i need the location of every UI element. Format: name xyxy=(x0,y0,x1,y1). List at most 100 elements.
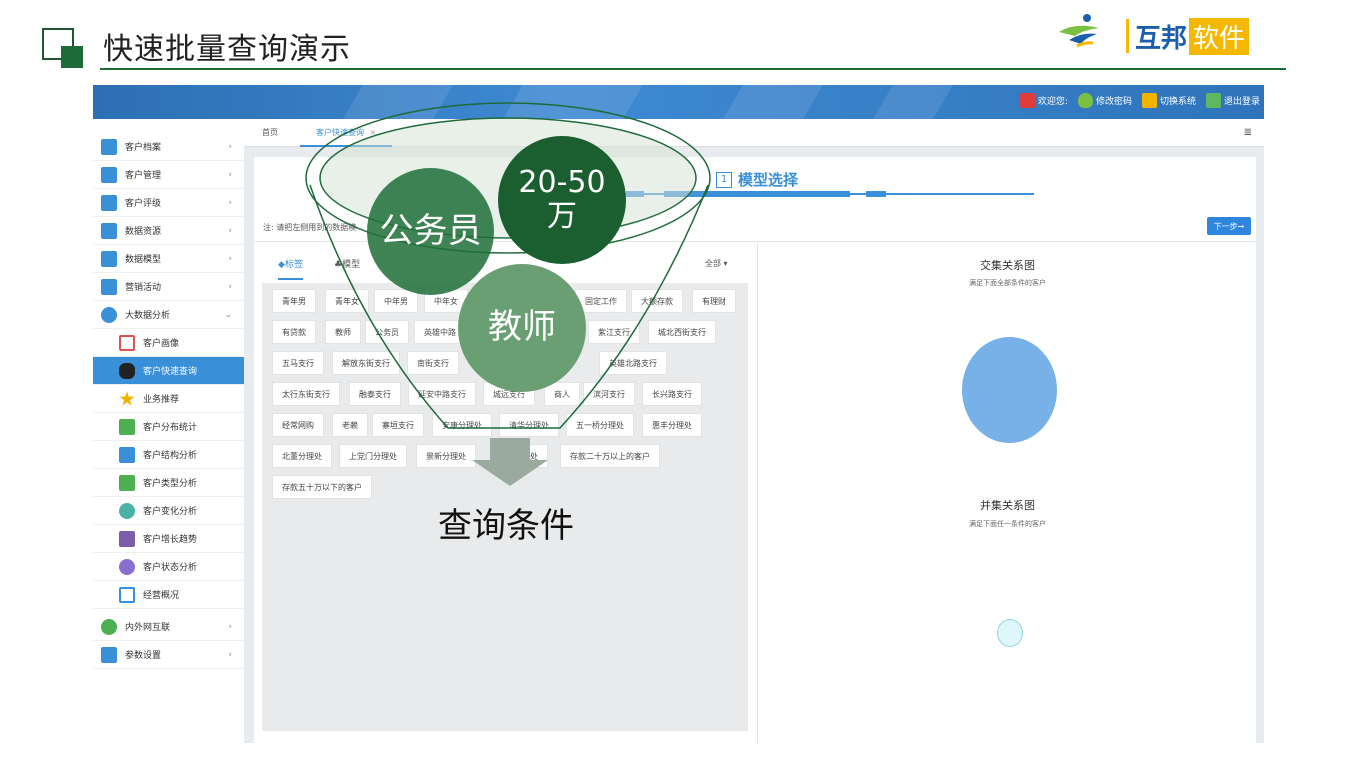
tab-label: 客户快速查询 xyxy=(316,128,364,137)
sidebar-item-network[interactable]: 内外网互联 › xyxy=(93,613,244,641)
tag-chip[interactable]: 有贷款 xyxy=(272,320,316,344)
status-icon xyxy=(119,559,135,575)
tab-quick-query[interactable]: 客户快速查询 × xyxy=(300,119,393,147)
tag-chip[interactable]: 英雄中路 xyxy=(414,320,466,344)
tag-chip[interactable]: 寨垣支行 xyxy=(372,413,424,437)
filter-all-dropdown[interactable]: 全部 ▾ xyxy=(705,258,728,269)
sidebar-subitem-status[interactable]: 客户状态分析 xyxy=(93,553,244,581)
tag-chip[interactable]: 延安中路支行 xyxy=(408,382,476,406)
tag-chip[interactable]: 清华分理处 xyxy=(499,413,559,437)
tag-chip[interactable]: 商人 xyxy=(544,382,580,406)
tag-chip[interactable]: 理处 xyxy=(512,444,548,468)
tag-chip[interactable]: 有理财 xyxy=(692,289,736,313)
tag-chip[interactable]: 紫江支行 xyxy=(588,320,640,344)
tag-chip[interactable]: 滨河支行 xyxy=(583,382,635,406)
tag-chip[interactable]: 上党门分理处 xyxy=(339,444,407,468)
topbar-decoration xyxy=(873,85,953,119)
tag-chip[interactable]: 城远支行 xyxy=(483,382,535,406)
sidebar-subitem-structure[interactable]: 客户结构分析 xyxy=(93,441,244,469)
tag-chip[interactable]: 经常网购 xyxy=(272,413,324,437)
tab-home[interactable]: 首页 xyxy=(262,119,278,147)
wave-icon xyxy=(119,503,135,519)
tag-chip[interactable]: 五马支行 xyxy=(272,351,324,375)
chevron-down-icon: ⌄ xyxy=(224,309,232,320)
next-step-button[interactable]: 下一步➞ xyxy=(1207,217,1251,235)
megaphone-icon xyxy=(101,279,117,295)
tag-chip[interactable]: 惠丰分理处 xyxy=(642,413,702,437)
sidebar-item-big-data[interactable]: 大数据分析 ⌄ xyxy=(93,301,244,329)
sidebar-subitem-portrait[interactable]: 客户画像 xyxy=(93,329,244,357)
tag-chip[interactable]: 存款二十万以上的客户 xyxy=(560,444,660,468)
change-password-link[interactable]: 修改密码 xyxy=(1077,93,1132,108)
sidebar-item-label: 客户类型分析 xyxy=(143,479,198,489)
sidebar-subitem-type[interactable]: 客户类型分析 xyxy=(93,469,244,497)
tag-chip[interactable]: 城北西街支行 xyxy=(648,320,716,344)
sidebar-item-customer-archive[interactable]: 客户档案 › xyxy=(93,133,244,161)
switch-system-link[interactable]: 切换系统 xyxy=(1141,93,1196,108)
tag-chip[interactable]: 中年女 xyxy=(424,289,468,313)
tag-chip[interactable]: 长兴路支行 xyxy=(642,382,702,406)
tab-models[interactable]: ♣模型 xyxy=(334,257,360,270)
sidebar-subitem-overview[interactable]: 经营概况 xyxy=(93,581,244,609)
menu-icon[interactable]: ≣ xyxy=(1244,127,1252,138)
tag-chip[interactable]: 北董分理处 xyxy=(272,444,332,468)
close-icon[interactable]: × xyxy=(370,128,377,137)
tag-chip[interactable]: 教师 xyxy=(325,320,361,344)
tag-chip[interactable]: 中年男 xyxy=(374,289,418,313)
sidebar-item-marketing[interactable]: 营销活动 › xyxy=(93,273,244,301)
user-icon xyxy=(1019,93,1035,108)
sidebar-item-label: 内外网互联 xyxy=(125,623,171,633)
tag-chip[interactable]: 太行东街支行 xyxy=(272,382,340,406)
step-progress-segment xyxy=(664,191,850,197)
sidebar-item-customer-management[interactable]: 客户管理 › xyxy=(93,161,244,189)
sidebar-subitem-distribution[interactable]: 客户分布统计 xyxy=(93,413,244,441)
tab-labels[interactable]: ◆标签 xyxy=(278,257,303,280)
intersection-subtitle: 满足下面全部条件的客户 xyxy=(969,279,1046,287)
tag-chip[interactable]: 固定工作 xyxy=(575,289,627,313)
sidebar-item-label: 客户变化分析 xyxy=(143,507,198,517)
sidebar-item-label: 营销活动 xyxy=(125,283,162,293)
rating-icon xyxy=(101,195,117,211)
tag-chip[interactable]: 青年男 xyxy=(272,289,316,313)
tab-bar: 首页 客户快速查询 × ≣ xyxy=(244,119,1264,147)
calendar-icon xyxy=(119,587,135,603)
chevron-right-icon: › xyxy=(228,649,232,660)
tag-chip[interactable]: 解放东街支行 xyxy=(332,351,400,375)
tag-chip[interactable]: 存款五十万以下的客户 xyxy=(272,475,372,499)
sidebar-item-label: 客户增长趋势 xyxy=(143,535,198,545)
tag-chip[interactable]: 青年女 xyxy=(325,289,369,313)
tag-chip[interactable]: 融泰支行 xyxy=(349,382,401,406)
sidebar-subitem-growth[interactable]: 客户增长趋势 xyxy=(93,525,244,553)
tag-chip[interactable]: 大额存款 xyxy=(631,289,683,313)
slide: 快速批量查询演示 互邦 软件 欢迎您: 修改密码 切换系统 退出登录 客户档案 … xyxy=(0,0,1350,759)
tag-chip[interactable]: 英雄北路支行 xyxy=(599,351,667,375)
sidebar-subitem-change[interactable]: 客户变化分析 xyxy=(93,497,244,525)
switch-icon xyxy=(1141,93,1157,108)
welcome-link[interactable]: 欢迎您: xyxy=(1019,93,1068,108)
sidebar-item-settings[interactable]: 参数设置 › xyxy=(93,641,244,669)
sidebar-item-data-resources[interactable]: 数据资源 › xyxy=(93,217,244,245)
tag-chip[interactable]: 公务员 xyxy=(365,320,409,344)
sidebar-item-data-models[interactable]: 数据模型 › xyxy=(93,245,244,273)
sidebar-item-label: 数据资源 xyxy=(125,227,162,237)
sidebar-item-label: 客户档案 xyxy=(125,143,162,153)
tag-chip[interactable]: 安康分理处 xyxy=(432,413,492,437)
sidebar-subitem-recommend[interactable]: 业务推荐 xyxy=(93,385,244,413)
sidebar-item-customer-rating[interactable]: 客户评级 › xyxy=(93,189,244,217)
tag-chip[interactable]: 老赖 xyxy=(332,413,368,437)
tag-chip[interactable]: 景新分理处 xyxy=(416,444,476,468)
chevron-right-icon: › xyxy=(228,281,232,292)
top-bar: 欢迎您: 修改密码 切换系统 退出登录 xyxy=(93,85,1264,119)
tag-chip[interactable]: 五一桥分理处 xyxy=(566,413,634,437)
sidebar-item-label: 客户画像 xyxy=(143,339,180,349)
exit-flag-icon xyxy=(1205,93,1221,108)
sidebar-subitem-quick-query[interactable]: 客户快速查询 xyxy=(93,357,244,385)
chevron-right-icon: › xyxy=(228,169,232,180)
tag-chip[interactable]: 南街支行 xyxy=(407,351,459,375)
sidebar-item-label: 客户评级 xyxy=(125,199,162,209)
step-label: 模型选择 xyxy=(738,171,799,189)
globe-icon xyxy=(101,619,117,635)
slide-title: 快速批量查询演示 xyxy=(103,32,351,67)
sidebar-item-label: 客户快速查询 xyxy=(143,367,198,377)
logout-link[interactable]: 退出登录 xyxy=(1205,93,1260,108)
